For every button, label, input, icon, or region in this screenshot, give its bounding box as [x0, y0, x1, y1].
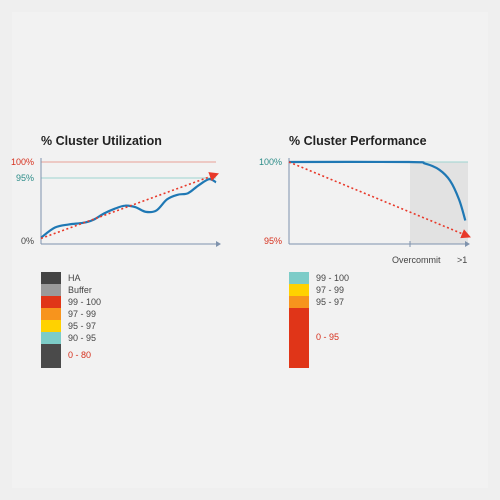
- utilization-legend-label-6: 0 - 80: [68, 350, 91, 360]
- performance-x-tick-overcommit: Overcommit: [392, 255, 441, 265]
- utilization-legend-label-5: 90 - 95: [68, 333, 96, 343]
- performance-legend-swatch-1: [289, 284, 309, 296]
- performance-legend-label-2: 95 - 97: [316, 297, 344, 307]
- performance-x-tick-gt1: >1: [457, 255, 467, 265]
- utilization-legend-swatch-5: [41, 332, 61, 344]
- performance-legend-swatch-0: [289, 272, 309, 284]
- utilization-chart: % Cluster Utilization 100% 95% 0% HA Buff…: [11, 134, 221, 368]
- utilization-tick-0: 0%: [21, 236, 34, 246]
- performance-title: % Cluster Performance: [289, 134, 427, 148]
- performance-tick-95: 95%: [264, 236, 282, 246]
- utilization-legend-label-4: 95 - 97: [68, 321, 96, 331]
- utilization-legend-swatch-3: [41, 308, 61, 320]
- performance-legend: 99 - 100 97 - 99 95 - 97 0 - 95: [289, 272, 349, 368]
- utilization-legend-label-0: HA: [68, 273, 81, 283]
- utilization-tick-95: 95%: [16, 173, 34, 183]
- performance-legend-label-1: 97 - 99: [316, 285, 344, 295]
- charts-canvas: % Cluster Utilization 100% 95% 0% HA Buff…: [11, 134, 471, 368]
- performance-legend-swatch-2: [289, 296, 309, 308]
- utilization-legend-swatch-6: [41, 344, 61, 368]
- utilization-legend-swatch-4: [41, 320, 61, 332]
- utilization-legend-label-2: 99 - 100: [68, 297, 101, 307]
- utilization-legend-swatch-2: [41, 296, 61, 308]
- performance-chart: % Cluster Performance 100% 95% Overcommi…: [259, 134, 471, 368]
- utilization-x-axis-arrowhead: [216, 241, 221, 247]
- utilization-legend-label-3: 97 - 99: [68, 309, 96, 319]
- utilization-tick-100: 100%: [11, 157, 34, 167]
- utilization-legend-swatch-1: [41, 284, 61, 296]
- utilization-legend-swatch-0: [41, 272, 61, 284]
- utilization-title: % Cluster Utilization: [41, 134, 162, 148]
- utilization-legend-label-1: Buffer: [68, 285, 92, 295]
- performance-legend-label-3: 0 - 95: [316, 332, 339, 342]
- utilization-legend: HA Buffer 99 - 100 97 - 99 95 - 97 90 - 95 0 -…: [41, 272, 101, 368]
- performance-tick-100: 100%: [259, 157, 282, 167]
- performance-legend-label-0: 99 - 100: [316, 273, 349, 283]
- performance-legend-swatch-3: [289, 308, 309, 368]
